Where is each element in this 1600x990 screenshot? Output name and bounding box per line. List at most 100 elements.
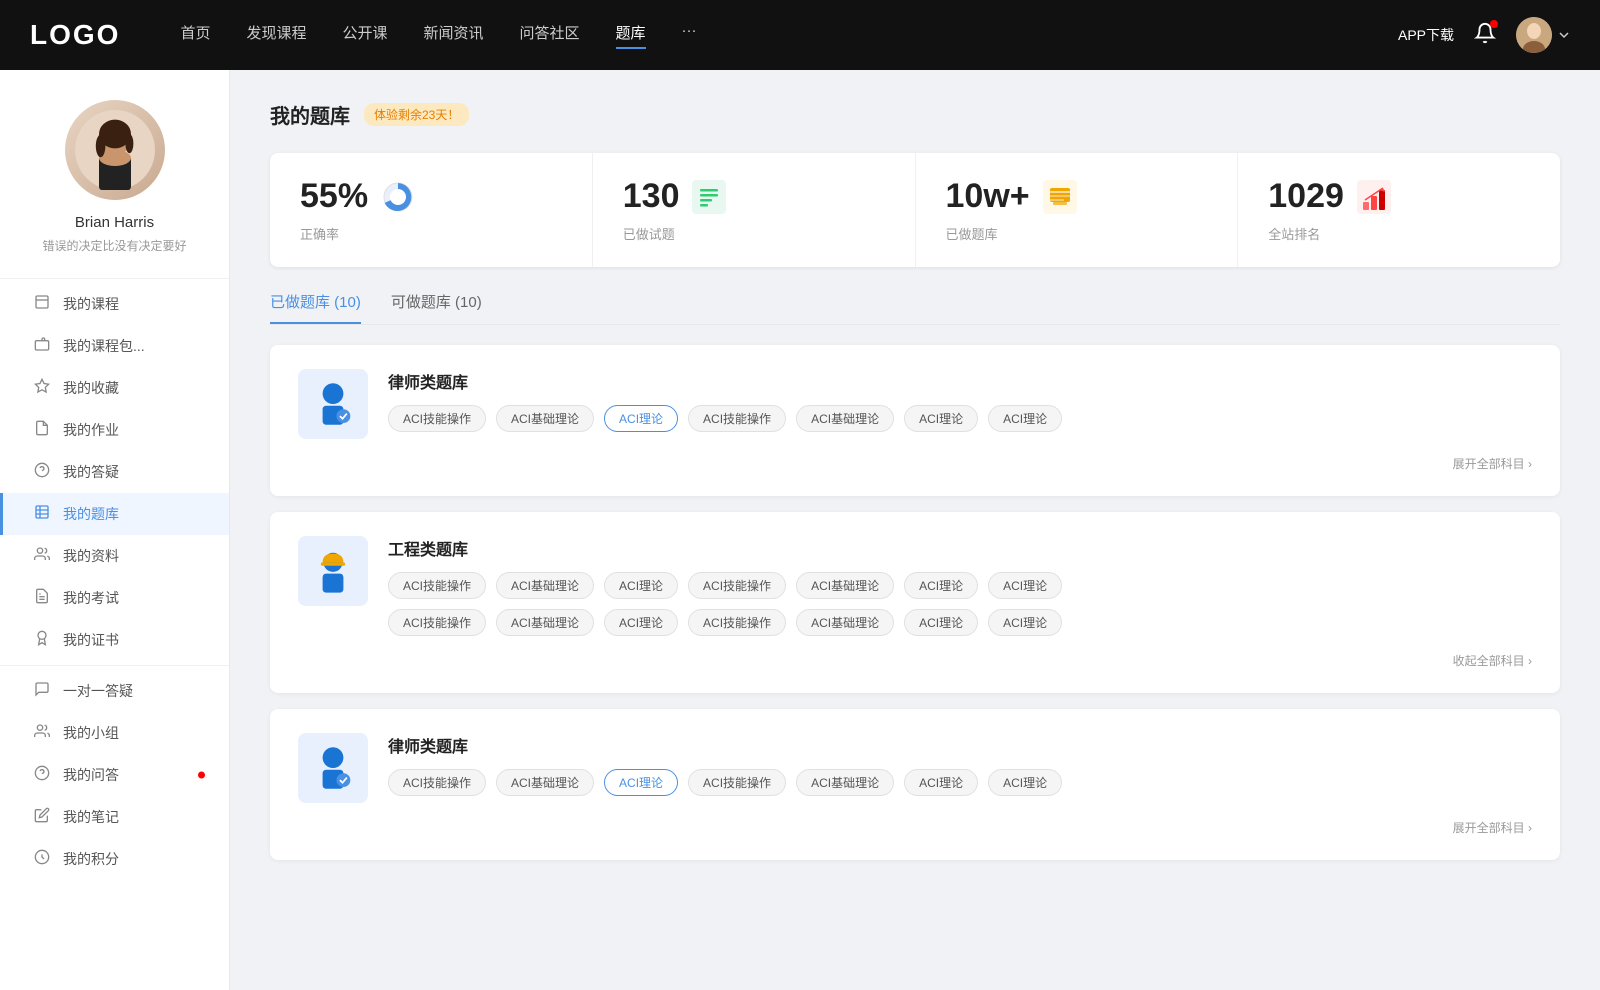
sidebar: Brian Harris 错误的决定比没有决定要好 我的课程 我的课程包... (0, 70, 230, 990)
group-icon (33, 723, 51, 743)
tab-done-banks[interactable]: 已做题库 (10) (270, 291, 361, 324)
qbank-expand-lawyer-1[interactable]: 展开全部科目 › (298, 455, 1532, 472)
tag[interactable]: ACI理论 (988, 609, 1062, 636)
page-title: 我的题库 (270, 100, 350, 129)
accuracy-icon (380, 179, 416, 215)
tag[interactable]: ACI理论 (604, 609, 678, 636)
stat-top-ranking: 1029 (1268, 177, 1530, 216)
stat-done-questions: 130 已做试题 (593, 153, 916, 267)
sidebar-item-course[interactable]: 我的课程 (0, 283, 229, 325)
sidebar-item-questions[interactable]: 我的答疑 (0, 451, 229, 493)
tag[interactable]: ACI基础理论 (496, 405, 594, 432)
qbank-header-lawyer-1: 律师类题库 ACI技能操作 ACI基础理论 ACI理论 ACI技能操作 ACI基… (298, 369, 1532, 439)
trial-badge: 体验剩余23天！ (364, 103, 469, 126)
qbank-title-lawyer-2: 律师类题库 (388, 733, 1532, 757)
stat-value-ranking: 1029 (1268, 177, 1344, 216)
tag[interactable]: ACI基础理论 (496, 572, 594, 599)
tag[interactable]: ACI技能操作 (388, 769, 486, 796)
sidebar-label-package: 我的课程包... (63, 336, 145, 356)
tag[interactable]: ACI理论 (988, 405, 1062, 432)
sidebar-item-exam[interactable]: 我的考试 (0, 577, 229, 619)
nav-qa[interactable]: 问答社区 (520, 22, 580, 49)
tag[interactable]: ACI理论 (604, 572, 678, 599)
stat-value-banks: 10w+ (946, 177, 1030, 216)
sidebar-item-data[interactable]: 我的资料 (0, 535, 229, 577)
tag[interactable]: ACI基础理论 (796, 405, 894, 432)
tag[interactable]: ACI基础理论 (796, 769, 894, 796)
tag-active[interactable]: ACI理论 (604, 405, 678, 432)
sidebar-item-points[interactable]: 我的积分 (0, 838, 229, 880)
sidebar-item-qa[interactable]: 我的问答 (0, 754, 229, 796)
stat-ranking: 1029 全站排名 (1238, 153, 1560, 267)
tag[interactable]: ACI基础理论 (796, 609, 894, 636)
nav-more[interactable]: ··· (682, 22, 697, 49)
nav-qbank[interactable]: 题库 (616, 22, 646, 49)
tag[interactable]: ACI技能操作 (388, 609, 486, 636)
nav-home[interactable]: 首页 (180, 22, 210, 49)
tag[interactable]: ACI技能操作 (688, 572, 786, 599)
tag[interactable]: ACI理论 (904, 769, 978, 796)
stat-top-banks: 10w+ (946, 177, 1208, 216)
user-motto: 错误的决定比没有决定要好 (26, 237, 202, 254)
sidebar-item-homework[interactable]: 我的作业 (0, 409, 229, 451)
notification-bell[interactable] (1474, 22, 1496, 49)
tag[interactable]: ACI技能操作 (388, 405, 486, 432)
stat-label-done: 已做试题 (623, 224, 885, 243)
qbank-card-lawyer-2: 律师类题库 ACI技能操作 ACI基础理论 ACI理论 ACI技能操作 ACI基… (270, 709, 1560, 860)
navbar: LOGO 首页 发现课程 公开课 新闻资讯 问答社区 题库 ··· APP下载 (0, 0, 1600, 70)
sidebar-item-favorites[interactable]: 我的收藏 (0, 367, 229, 409)
qbank-tags-lawyer-2: ACI技能操作 ACI基础理论 ACI理论 ACI技能操作 ACI基础理论 AC… (388, 769, 1532, 796)
tag[interactable]: ACI理论 (904, 405, 978, 432)
page-header: 我的题库 体验剩余23天！ (270, 100, 1560, 129)
logo[interactable]: LOGO (30, 19, 120, 51)
oneonone-icon (33, 681, 51, 701)
tag[interactable]: ACI理论 (988, 769, 1062, 796)
sidebar-item-package[interactable]: 我的课程包... (0, 325, 229, 367)
package-icon (33, 336, 51, 356)
stat-top-done: 130 (623, 177, 885, 216)
nav-news[interactable]: 新闻资讯 (424, 22, 484, 49)
tag[interactable]: ACI基础理论 (496, 609, 594, 636)
tag[interactable]: ACI理论 (904, 609, 978, 636)
tag[interactable]: ACI技能操作 (688, 769, 786, 796)
nav-opencourse[interactable]: 公开课 (342, 22, 387, 49)
chevron-down-icon (1558, 29, 1570, 41)
done-banks-icon (1042, 179, 1078, 215)
app-download-label[interactable]: APP下载 (1398, 25, 1454, 45)
tab-available-banks[interactable]: 可做题库 (10) (391, 291, 482, 324)
sidebar-item-group[interactable]: 我的小组 (0, 712, 229, 754)
sidebar-item-oneonone[interactable]: 一对一答疑 (0, 670, 229, 712)
sidebar-label-points: 我的积分 (63, 849, 119, 869)
qbank-collapse-engineer[interactable]: 收起全部科目 › (298, 652, 1532, 669)
qbank-tags-lawyer-1: ACI技能操作 ACI基础理论 ACI理论 ACI技能操作 ACI基础理论 AC… (388, 405, 1532, 432)
data-icon (33, 546, 51, 566)
sidebar-label-questions: 我的答疑 (63, 462, 119, 482)
tag[interactable]: ACI技能操作 (688, 609, 786, 636)
qa-icon (33, 765, 51, 785)
qa-red-dot (198, 772, 205, 779)
user-avatar-dropdown[interactable] (1516, 17, 1570, 53)
qbank-tags-engineer-row1: ACI技能操作 ACI基础理论 ACI理论 ACI技能操作 ACI基础理论 AC… (388, 572, 1532, 599)
qbank-card-lawyer-1: 律师类题库 ACI技能操作 ACI基础理论 ACI理论 ACI技能操作 ACI基… (270, 345, 1560, 496)
tag[interactable]: ACI理论 (988, 572, 1062, 599)
tag[interactable]: ACI基础理论 (496, 769, 594, 796)
stat-label-accuracy: 正确率 (300, 224, 562, 243)
tag-active[interactable]: ACI理论 (604, 769, 678, 796)
star-icon (33, 378, 51, 398)
tag[interactable]: ACI理论 (904, 572, 978, 599)
sidebar-item-cert[interactable]: 我的证书 (0, 619, 229, 661)
sidebar-label-qa: 我的问答 (63, 765, 119, 785)
user-avatar (1516, 17, 1552, 53)
user-name: Brian Harris (75, 214, 154, 231)
tag[interactable]: ACI技能操作 (388, 572, 486, 599)
qbank-expand-lawyer-2[interactable]: 展开全部科目 › (298, 819, 1532, 836)
sidebar-item-notes[interactable]: 我的笔记 (0, 796, 229, 838)
qbank-info-lawyer-1: 律师类题库 ACI技能操作 ACI基础理论 ACI理论 ACI技能操作 ACI基… (388, 369, 1532, 432)
qbank-header-engineer: 工程类题库 ACI技能操作 ACI基础理论 ACI理论 ACI技能操作 ACI基… (298, 536, 1532, 636)
sidebar-item-qbank[interactable]: 我的题库 (0, 493, 229, 535)
stat-value-done: 130 (623, 177, 680, 216)
tag[interactable]: ACI技能操作 (688, 405, 786, 432)
notification-dot (1490, 20, 1498, 28)
tag[interactable]: ACI基础理论 (796, 572, 894, 599)
nav-discover[interactable]: 发现课程 (246, 22, 306, 49)
